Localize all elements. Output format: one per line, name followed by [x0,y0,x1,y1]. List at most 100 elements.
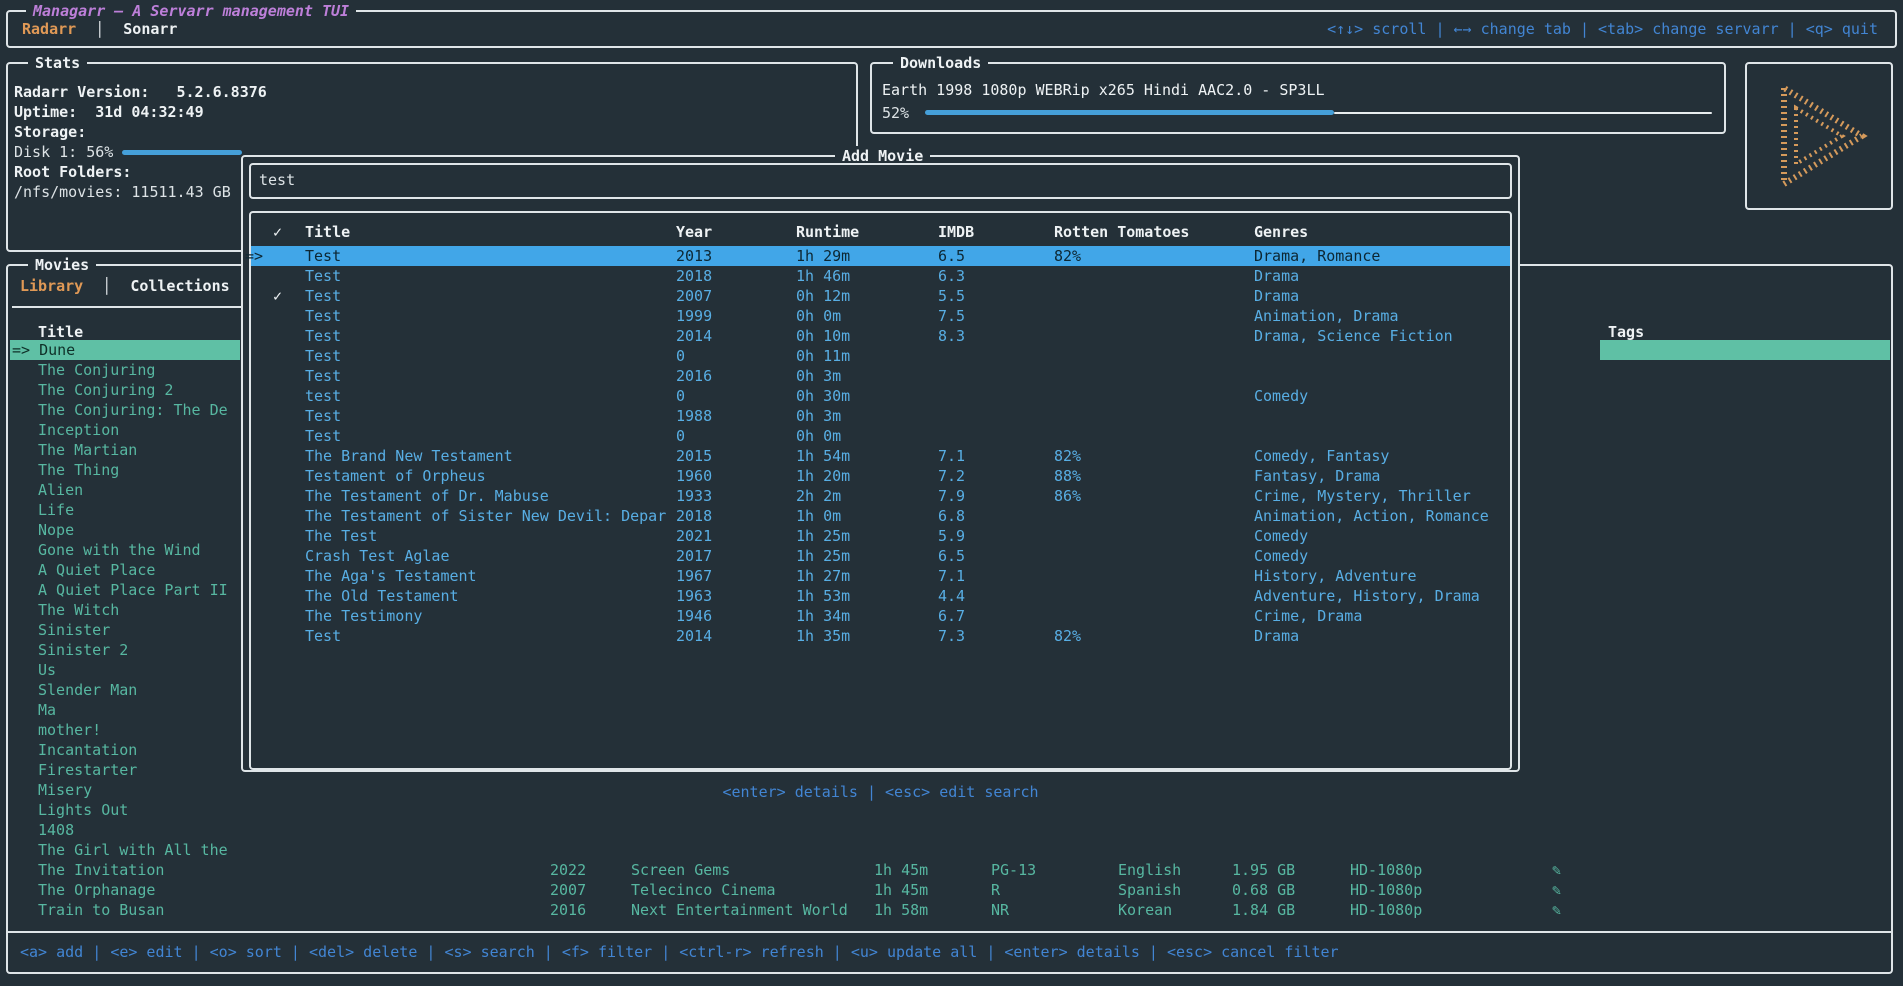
add-movie-result-row[interactable]: Test20141h 35m7.382%Drama [251,626,1510,646]
library-list-item[interactable]: Gone with the Wind [10,540,240,560]
library-list-item[interactable]: Misery [10,780,240,800]
add-movie-result-row[interactable]: test00h 30mComedy [251,386,1510,406]
library-list-item[interactable]: Sinister [10,620,240,640]
titlebar-keybind: ←→ change tab [1454,20,1571,38]
library-list-item[interactable]: Us [10,660,240,680]
add-movie-result-row[interactable]: The Test20211h 25m5.9Comedy [251,526,1510,546]
movie-title: The Conjuring [10,361,155,379]
keybind-separator: | [858,783,885,801]
result-runtime-cell: 1h 54m [796,446,850,466]
keybind-separator: | [183,943,210,961]
add-movie-result-row[interactable]: Test20160h 3m [251,366,1510,386]
stats-panel-title: Stats [28,53,87,73]
library-table-row[interactable]: 2016Next Entertainment World1h 58mNRKore… [0,900,1903,920]
result-year-cell: 2007 [676,286,712,306]
movie-title: Us [10,661,56,679]
add-movie-result-row[interactable]: The Brand New Testament20151h 54m7.182%C… [251,446,1510,466]
modal-keybind: <esc> edit search [885,783,1039,801]
library-list-item[interactable]: Lights Out [10,800,240,820]
result-imdb-cell: 7.9 [938,486,965,506]
year-column-header: Year [676,222,712,242]
tab-library[interactable]: Library [20,277,83,295]
result-year-cell: 2017 [676,546,712,566]
movie-quality-cell: HD-1080p [1350,860,1422,880]
add-movie-result-row[interactable]: Test19880h 3m [251,406,1510,426]
result-year-cell: 1963 [676,586,712,606]
movies-panel-title: Movies [28,255,96,275]
add-movie-result-row[interactable]: Test20140h 10m8.3Drama, Science Fiction [251,326,1510,346]
library-list-item[interactable]: The Conjuring: The De [10,400,240,420]
result-imdb-cell: 7.1 [938,446,965,466]
result-year-cell: 2014 [676,326,712,346]
library-list-item[interactable]: =>Dune [10,340,240,360]
add-movie-result-row[interactable]: Test00h 0m [251,426,1510,446]
library-list-item[interactable]: Nope [10,520,240,540]
keybind-separator: | [1140,943,1167,961]
footer-keybind: <enter> details [1004,943,1139,961]
result-imdb-cell: 6.5 [938,546,965,566]
selection-arrow: => [245,246,263,266]
add-movie-result-row[interactable]: The Aga's Testament19671h 27m7.1History,… [251,566,1510,586]
result-year-cell: 2015 [676,446,712,466]
result-title-cell: The Test [305,526,377,546]
library-list-item[interactable]: The Conjuring [10,360,240,380]
add-movie-result-row[interactable]: =>Test20131h 29m6.582%Drama, Romance [251,246,1510,266]
library-list-item[interactable]: The Conjuring 2 [10,380,240,400]
add-movie-result-row[interactable]: Test20181h 46m6.3Drama [251,266,1510,286]
add-movie-result-row[interactable]: The Testimony19461h 34m6.7Crime, Drama [251,606,1510,626]
result-imdb-cell: 7.5 [938,306,965,326]
add-movie-result-row[interactable]: Test00h 11m [251,346,1510,366]
add-movie-result-row[interactable]: Crash Test Aglae20171h 25m6.5Comedy [251,546,1510,566]
tab-collections[interactable]: Collections [130,277,229,295]
result-imdb-cell: 5.9 [938,526,965,546]
result-runtime-cell: 0h 11m [796,346,850,366]
add-movie-result-row[interactable]: ✓Test20070h 12m5.5Drama [251,286,1510,306]
movie-title: Sinister [10,621,110,639]
tab-sonarr[interactable]: Sonarr [123,20,177,38]
library-list-item[interactable]: Firestarter [10,760,240,780]
storage-label: Storage: [14,122,86,142]
add-movie-result-row[interactable]: The Testament of Dr. Mabuse19332h 2m7.98… [251,486,1510,506]
library-list-item[interactable]: Slender Man [10,680,240,700]
library-list-item[interactable]: mother! [10,720,240,740]
selected-row-tags-highlight[interactable] [1600,340,1890,360]
movie-language-cell: English [1118,860,1181,880]
library-list-item[interactable]: The Girl with All the [10,840,240,860]
result-runtime-cell: 1h 53m [796,586,850,606]
library-table-row[interactable]: 2007Telecinco Cinema1h 45mRSpanish0.68 G… [0,880,1903,900]
disk-usage-progressbar [122,150,242,155]
keybind-separator: | [417,943,444,961]
result-year-cell: 0 [676,386,685,406]
movie-title: The Martian [10,441,137,459]
library-list-item[interactable]: Inception [10,420,240,440]
library-list-item[interactable]: A Quiet Place [10,560,240,580]
radarr-logo-icon [1770,82,1870,190]
add-movie-result-row[interactable]: Testament of Orpheus19601h 20m7.288%Fant… [251,466,1510,486]
movie-title: mother! [10,721,101,739]
keybind-separator: | [83,943,110,961]
library-list-item[interactable]: The Martian [10,440,240,460]
library-list-item[interactable]: Alien [10,480,240,500]
library-list-item[interactable]: Life [10,500,240,520]
result-title-cell: The Testament of Sister New Devil: Depar [305,506,666,526]
movie-search-input[interactable] [259,171,1459,189]
edit-pencil-icon: ✎ [1552,880,1561,900]
tab-radarr[interactable]: Radarr [22,20,76,38]
library-list-item[interactable]: A Quiet Place Part II [10,580,240,600]
library-list-item[interactable]: Ma [10,700,240,720]
library-list-item[interactable]: Sinister 2 [10,640,240,660]
selection-arrow: => [10,341,30,359]
library-list-item[interactable]: The Thing [10,460,240,480]
library-table-row[interactable]: 2022Screen Gems1h 45mPG-13English1.95 GB… [0,860,1903,880]
add-movie-result-row[interactable]: The Testament of Sister New Devil: Depar… [251,506,1510,526]
genres-column-header: Genres [1254,222,1308,242]
rotten-tomatoes-column-header: Rotten Tomatoes [1054,222,1189,242]
library-list-item[interactable]: The Witch [10,600,240,620]
add-movie-result-row[interactable]: Test19990h 0m7.5Animation, Drama [251,306,1510,326]
library-list-item[interactable]: 1408 [10,820,240,840]
result-year-cell: 0 [676,426,685,446]
add-movie-result-row[interactable]: The Old Testament19631h 53m4.4Adventure,… [251,586,1510,606]
result-runtime-cell: 2h 2m [796,486,841,506]
library-list-item[interactable]: Incantation [10,740,240,760]
result-rotten-tomatoes-cell: 82% [1054,626,1081,646]
